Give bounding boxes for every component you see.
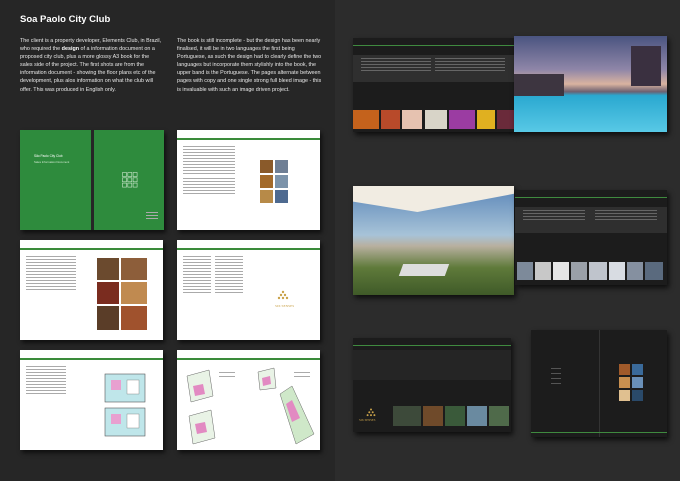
spread-intro-left	[177, 130, 248, 230]
cover-title: São Paolo City Club	[34, 154, 63, 158]
book-spread-architecture	[515, 190, 667, 285]
cover-subtitle: Sales Information Document	[34, 160, 70, 164]
portfolio-board: Soa Paolo City Club The client is a prop…	[0, 0, 680, 481]
cover-spread: São Paolo City Club Sales Information Do…	[20, 130, 164, 230]
intro-column-1: The client is a property developer, Elem…	[20, 38, 162, 93]
rooftop-terrace-photo	[353, 186, 514, 295]
spread-intro	[177, 130, 320, 230]
sales-book-panel: SIX SENSES	[335, 0, 680, 481]
brand-logo-name: SIX SENSES	[359, 418, 376, 422]
spread-restaurant	[20, 240, 163, 340]
intro-column-2: The book is still incomplete - but the d…	[177, 38, 322, 93]
page-title: Soa Paolo City Club	[20, 14, 111, 25]
pool-photo	[514, 36, 667, 132]
back-cover: São Paolo City Club Sales Information Do…	[20, 130, 91, 230]
book-spread-gallery	[531, 330, 667, 437]
grid-logo-icon	[122, 172, 138, 188]
cover-small-text	[146, 212, 158, 221]
six-senses-logo-icon	[277, 290, 289, 300]
spread-intro-right	[248, 130, 320, 230]
spread-six-senses: SIX SENSES	[177, 240, 320, 340]
book-spread-brand: SIX SENSES	[353, 338, 511, 432]
logo-name: SIX SENSES	[275, 304, 295, 308]
spread-floorplan-2	[177, 350, 320, 450]
front-cover	[94, 130, 164, 230]
floorplan-drawing	[104, 373, 146, 437]
info-document-panel: Soa Paolo City Club The client is a prop…	[0, 0, 335, 481]
spread-floorplan-1	[20, 350, 163, 450]
six-senses-mark-icon	[366, 408, 376, 417]
book-spread-intro	[353, 38, 515, 132]
